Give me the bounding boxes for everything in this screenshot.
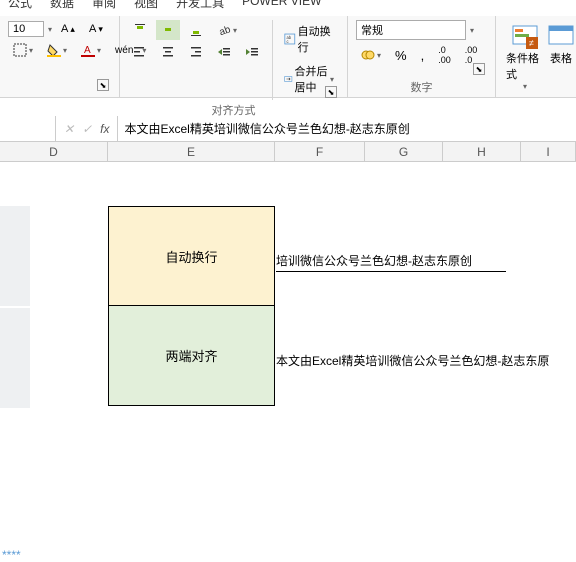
font-size-select[interactable]: 10 bbox=[8, 21, 44, 37]
ribbon-tabs: 公式 数据 审阅 视图 开发工具 POWER VIEW bbox=[0, 0, 576, 16]
percent-button[interactable]: % bbox=[390, 45, 412, 66]
align-dialog-launcher[interactable]: ⬊ bbox=[325, 86, 337, 98]
formula-input[interactable]: 本文由Excel精英培训微信公众号兰色幻想-赵志东原创 bbox=[117, 116, 576, 141]
orientation-button[interactable]: ab▾ bbox=[212, 20, 242, 40]
font-dialog-launcher[interactable]: ⬊ bbox=[97, 79, 109, 91]
cell-justify[interactable]: 两端对齐 bbox=[108, 306, 275, 406]
tab-view[interactable]: 视图 bbox=[134, 0, 158, 11]
cancel-icon[interactable]: ✕ bbox=[64, 122, 74, 136]
alignment-group: ab▾ abc自动换行 合并后居中▾ ⬊ 对齐方式 bbox=[120, 16, 348, 97]
number-group-label: 数字 bbox=[356, 77, 487, 95]
align-center-button[interactable] bbox=[156, 42, 180, 62]
font-color-button[interactable]: A▾ bbox=[76, 40, 106, 60]
accounting-format-button[interactable]: ▾ bbox=[356, 45, 386, 65]
align-left-button[interactable] bbox=[128, 42, 152, 62]
col-header-f[interactable]: F bbox=[275, 142, 365, 161]
number-dialog-launcher[interactable]: ⬊ bbox=[473, 63, 485, 75]
overflow-text-1: 培训微信公众号兰色幻想-赵志东原创 bbox=[276, 252, 506, 272]
ribbon: 10 ▾ A▴ A▾ ▾ ▾ A▾ wén▾ ⬊ ab▾ bbox=[0, 16, 576, 98]
svg-text:ab: ab bbox=[218, 24, 231, 37]
increase-font-button[interactable]: A▴ bbox=[56, 20, 80, 38]
panel-block bbox=[0, 308, 30, 408]
col-header-e[interactable]: E bbox=[108, 142, 275, 161]
tab-powerview[interactable]: POWER VIEW bbox=[242, 0, 321, 8]
increase-decimal-button[interactable]: .0.00 bbox=[433, 42, 456, 68]
formula-bar: ✕ ✓ fx 本文由Excel精英培训微信公众号兰色幻想-赵志东原创 bbox=[0, 116, 576, 142]
panel-block bbox=[0, 206, 30, 306]
format-table-button[interactable]: 表格 bbox=[546, 20, 576, 93]
overflow-text-2: 本文由Excel精英培训微信公众号兰色幻想-赵志东原 bbox=[276, 352, 576, 371]
border-button[interactable]: ▾ bbox=[8, 40, 38, 60]
cell-wrap[interactable]: 自动换行 bbox=[108, 206, 275, 306]
tab-dev[interactable]: 开发工具 bbox=[176, 0, 224, 11]
svg-text:A: A bbox=[84, 45, 91, 56]
number-group: 常规▾ ▾ % , .0.00 .00.0 ⬊ 数字 bbox=[348, 16, 496, 97]
font-group: 10 ▾ A▴ A▾ ▾ ▾ A▾ wén▾ ⬊ bbox=[0, 16, 120, 97]
tab-review[interactable]: 审阅 bbox=[92, 0, 116, 11]
decrease-indent-button[interactable] bbox=[212, 42, 236, 62]
cells-area: 自动换行 两端对齐 bbox=[108, 206, 275, 406]
align-top-button[interactable] bbox=[128, 20, 152, 40]
fx-button[interactable]: fx bbox=[100, 122, 109, 136]
align-bottom-button[interactable] bbox=[184, 20, 208, 40]
worksheet[interactable]: **** 自动换行 两端对齐 培训微信公众号兰色幻想-赵志东原创 本文由Exce… bbox=[0, 162, 576, 524]
col-header-i[interactable]: I bbox=[521, 142, 576, 161]
conditional-format-button[interactable]: ≠ 条件格式▾ bbox=[504, 20, 546, 93]
number-format-select[interactable]: 常规 bbox=[356, 20, 466, 40]
styles-group: ≠ 条件格式▾ 表格 bbox=[496, 16, 576, 97]
col-header-g[interactable]: G bbox=[365, 142, 443, 161]
stars-text: **** bbox=[0, 548, 30, 562]
confirm-icon[interactable]: ✓ bbox=[82, 122, 92, 136]
fill-color-button[interactable]: ▾ bbox=[42, 40, 72, 60]
wrap-text-button[interactable]: abc自动换行 bbox=[279, 20, 339, 58]
increase-indent-button[interactable] bbox=[240, 42, 264, 62]
svg-text:≠: ≠ bbox=[529, 38, 534, 48]
column-headers: D E F G H I bbox=[0, 142, 576, 162]
name-box[interactable] bbox=[0, 116, 56, 141]
svg-text:c: c bbox=[286, 39, 288, 44]
dropdown-icon[interactable]: ▾ bbox=[48, 25, 52, 34]
comma-button[interactable]: , bbox=[416, 45, 430, 66]
col-header-h[interactable]: H bbox=[443, 142, 521, 161]
decrease-font-button[interactable]: A▾ bbox=[84, 20, 108, 38]
align-right-button[interactable] bbox=[184, 42, 208, 62]
tab-formulas[interactable]: 公式 bbox=[8, 0, 32, 11]
col-header-d[interactable]: D bbox=[0, 142, 108, 161]
align-middle-button[interactable] bbox=[156, 20, 180, 40]
left-panel: **** bbox=[0, 206, 30, 562]
tab-data[interactable]: 数据 bbox=[50, 0, 74, 11]
